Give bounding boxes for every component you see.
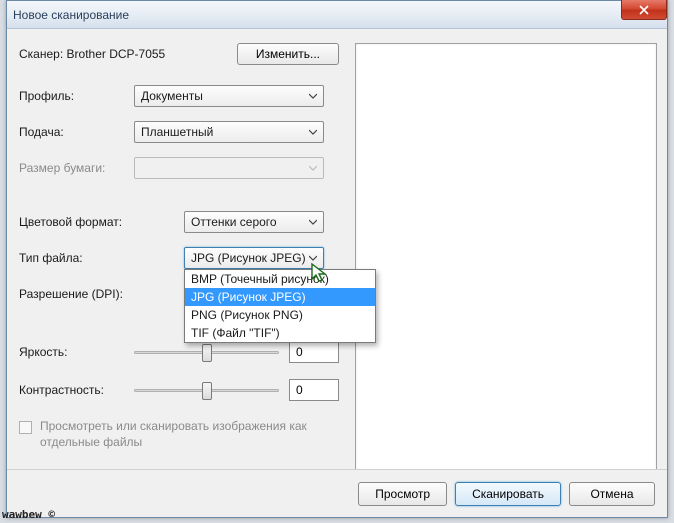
brightness-value[interactable]: 0 — [289, 341, 339, 363]
separate-files-label: Просмотреть или сканировать изображения … — [40, 419, 320, 450]
paper-size-dropdown — [134, 157, 324, 179]
brightness-slider[interactable] — [134, 341, 279, 363]
dialog-window: Новое сканирование Сканер: Brother DCP-7… — [6, 0, 668, 518]
preview-button[interactable]: Просмотр — [358, 482, 447, 506]
change-scanner-button[interactable]: Изменить... — [237, 43, 339, 65]
settings-panel: Сканер: Brother DCP-7055 Изменить... Про… — [19, 43, 339, 450]
paper-size-row: Размер бумаги: — [19, 157, 339, 179]
profile-dropdown[interactable]: Документы — [134, 85, 324, 107]
window-title: Новое сканирование — [13, 8, 129, 22]
feed-label: Подача: — [19, 125, 134, 139]
file-type-dropdown[interactable]: JPG (Рисунок JPEG) BMP (Точечный рисунок… — [184, 247, 324, 269]
close-button[interactable] — [621, 0, 667, 20]
scan-button[interactable]: Сканировать — [455, 482, 561, 506]
contrast-row: Контрастность: 0 — [19, 379, 339, 401]
file-type-option[interactable]: BMP (Точечный рисунок) — [185, 270, 375, 288]
color-format-dropdown[interactable]: Оттенки серого — [184, 211, 324, 233]
resolution-label: Разрешение (DPI): — [19, 287, 134, 301]
chevron-down-icon — [309, 128, 317, 136]
chevron-down-icon — [309, 92, 317, 100]
chevron-down-icon — [309, 218, 317, 226]
contrast-label: Контрастность: — [19, 383, 134, 397]
chevron-down-icon — [309, 164, 317, 172]
feed-dropdown[interactable]: Планшетный — [134, 121, 324, 143]
cursor-icon — [310, 262, 330, 284]
button-bar: Просмотр Сканировать Отмена — [7, 469, 667, 517]
close-icon — [639, 5, 649, 15]
profile-label: Профиль: — [19, 89, 134, 103]
brightness-row: Яркость: 0 — [19, 341, 339, 363]
watermark: wawbew © — [2, 508, 55, 521]
contrast-value[interactable]: 0 — [289, 379, 339, 401]
separate-files-row: Просмотреть или сканировать изображения … — [19, 419, 339, 450]
profile-row: Профиль: Документы — [19, 85, 339, 107]
slider-thumb[interactable] — [202, 382, 212, 400]
scanner-name: Brother DCP-7055 — [67, 47, 166, 61]
scanner-row: Сканер: Brother DCP-7055 Изменить... — [19, 43, 339, 65]
file-type-dropdown-list: BMP (Точечный рисунок) JPG (Рисунок JPEG… — [184, 269, 376, 343]
separate-files-checkbox — [19, 421, 32, 434]
brightness-label: Яркость: — [19, 345, 134, 359]
scanner-label: Сканер: Brother DCP-7055 — [19, 47, 165, 61]
chevron-down-icon — [309, 254, 317, 262]
preview-panel — [355, 43, 657, 483]
titlebar: Новое сканирование — [7, 1, 667, 29]
file-type-option[interactable]: TIF (Файл "TIF") — [185, 324, 375, 342]
feed-row: Подача: Планшетный — [19, 121, 339, 143]
cancel-button[interactable]: Отмена — [569, 482, 655, 506]
dialog-content: Сканер: Brother DCP-7055 Изменить... Про… — [7, 29, 667, 517]
paper-size-label: Размер бумаги: — [19, 161, 134, 175]
contrast-slider[interactable] — [134, 379, 279, 401]
file-type-label: Тип файла: — [19, 251, 134, 265]
color-format-label: Цветовой формат: — [19, 215, 134, 229]
file-type-option[interactable]: PNG (Рисунок PNG) — [185, 306, 375, 324]
color-format-row: Цветовой формат: Оттенки серого — [19, 211, 339, 233]
file-type-option[interactable]: JPG (Рисунок JPEG) — [185, 288, 375, 306]
slider-thumb[interactable] — [202, 344, 212, 362]
file-type-row: Тип файла: JPG (Рисунок JPEG) BMP (Точеч… — [19, 247, 339, 269]
